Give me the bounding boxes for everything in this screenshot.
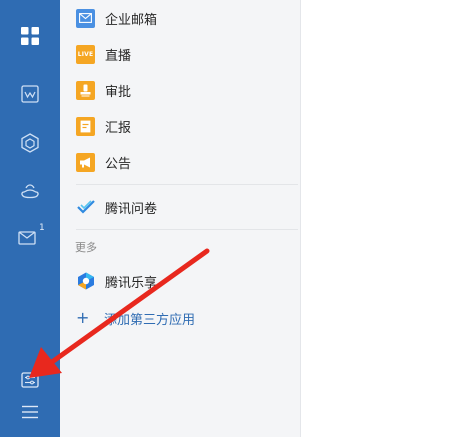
app-item-report[interactable]: 汇报 xyxy=(60,108,298,144)
plus-icon: + xyxy=(76,308,90,327)
app-item-tencent-lexiang[interactable]: 腾讯乐享 xyxy=(60,263,298,299)
live-icon-text: LIVE xyxy=(77,50,94,58)
app-item-approval[interactable]: 审批 xyxy=(60,72,298,108)
apps-grid-icon[interactable] xyxy=(0,18,60,54)
report-icon xyxy=(76,116,95,136)
app-item-label: 直播 xyxy=(105,48,132,64)
menu-icon[interactable] xyxy=(0,394,60,430)
doc-icon[interactable] xyxy=(0,76,60,112)
mail-icon[interactable]: 1 xyxy=(0,218,60,254)
app-item-label: 腾讯问卷 xyxy=(105,201,158,217)
apps-panel: 企业邮箱 LIVE 直播 审批 汇报 公告 腾讯问卷 更多 腾讯乐享 + 添加第… xyxy=(60,0,301,437)
app-item-label: 腾讯乐享 xyxy=(105,275,158,291)
mail-icon xyxy=(76,8,95,28)
add-third-party-app-link[interactable]: + 添加第三方应用 xyxy=(60,303,298,333)
mail-badge: 1 xyxy=(39,223,45,233)
divider xyxy=(76,229,298,230)
app-item-announcement[interactable]: 公告 xyxy=(60,144,298,180)
app-item-label: 汇报 xyxy=(105,120,132,136)
add-third-party-app-label: 添加第三方应用 xyxy=(104,312,196,328)
megaphone-icon xyxy=(76,152,95,172)
check-icon xyxy=(76,198,95,217)
approval-stamp-icon xyxy=(76,80,95,100)
lexiang-icon xyxy=(76,272,95,291)
app-item-enterprise-mail[interactable]: 企业邮箱 xyxy=(60,0,298,36)
app-item-label: 审批 xyxy=(105,84,132,100)
more-section-title: 更多 xyxy=(75,241,97,254)
app-item-tencent-survey[interactable]: 腾讯问卷 xyxy=(60,189,298,225)
divider xyxy=(76,184,298,185)
app-item-label: 企业邮箱 xyxy=(105,12,158,28)
live-icon: LIVE xyxy=(76,44,95,64)
app-item-label: 公告 xyxy=(105,156,132,172)
app-item-live[interactable]: LIVE 直播 xyxy=(60,36,298,72)
settings-panel-icon[interactable] xyxy=(0,362,60,398)
cube-icon[interactable] xyxy=(0,125,60,161)
sidebar: 1 xyxy=(0,0,60,437)
phone-icon[interactable] xyxy=(0,173,60,209)
